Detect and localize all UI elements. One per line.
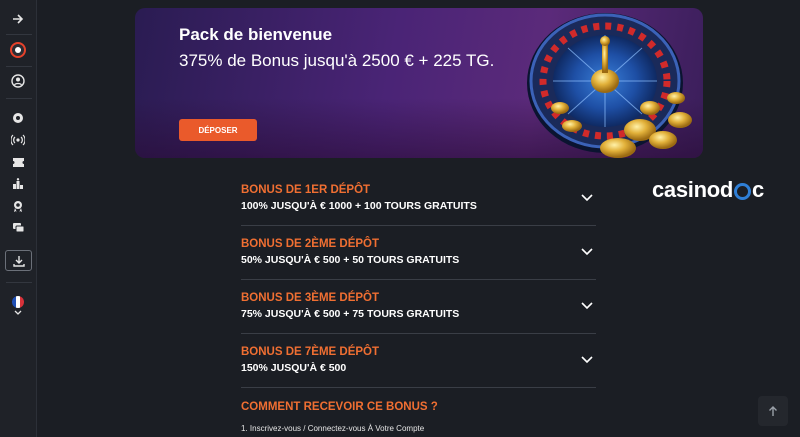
banner-title: Pack de bienvenue (179, 25, 333, 44)
chevron-down-icon[interactable] (580, 192, 594, 202)
how-to-step-1: 1. Inscrivez-vous / Connectez-vous À Vot… (241, 424, 425, 433)
bonus-item-1[interactable]: BONUS DE 1ER DÉPÔT 100% JUSQU'À € 1000 +… (241, 172, 596, 226)
live-nav-button[interactable] (0, 129, 36, 151)
sidebar (0, 0, 37, 437)
bonus-accordion: BONUS DE 1ER DÉPÔT 100% JUSQU'À € 1000 +… (241, 172, 596, 388)
expand-sidebar-button[interactable] (0, 8, 36, 30)
tournaments-nav-button[interactable] (0, 173, 36, 195)
bonus-item-2[interactable]: BONUS DE 2ÈME DÉPÔT 50% JUSQU'À € 500 + … (241, 226, 596, 280)
scroll-to-top-button[interactable] (758, 396, 788, 426)
award-icon (14, 200, 22, 212)
chip-o-icon (734, 182, 752, 200)
roulette-wheel-image (527, 13, 692, 158)
casinodoc-logo: casinod c (652, 177, 764, 202)
casino-nav-button[interactable] (0, 107, 36, 129)
welcome-pack-banner: Pack de bienvenue 375% de Bonus jusqu'à … (135, 8, 703, 158)
chat-icon (12, 223, 24, 233)
vip-nav-button[interactable] (0, 195, 36, 217)
bonus-description: 75% JUSQU'À € 500 + 75 TOURS GRATUITS (241, 308, 460, 320)
promotions-nav-button[interactable] (0, 151, 36, 173)
language-dropdown-toggle[interactable] (0, 306, 36, 320)
arrow-up-icon (769, 406, 777, 416)
download-icon (12, 255, 25, 267)
bonus-title: BONUS DE 2ÈME DÉPÔT (241, 238, 380, 250)
download-app-button[interactable] (5, 250, 32, 271)
bonus-description: 150% JUSQU'À € 500 (241, 362, 347, 374)
account-button[interactable] (0, 70, 36, 92)
bonus-description: 50% JUSQU'À € 500 + 50 TOURS GRATUITS (241, 254, 460, 266)
deposit-button[interactable]: DÉPOSER (179, 119, 257, 141)
how-to-heading: COMMENT RECEVOIR CE BONUS ? (241, 401, 438, 413)
arrow-right-icon (13, 14, 24, 24)
bonus-title: BONUS DE 3ÈME DÉPÔT (241, 292, 380, 304)
user-icon (11, 74, 25, 88)
chat-nav-button[interactable] (0, 217, 36, 239)
casino-logo-button[interactable] (0, 39, 36, 61)
chevron-down-icon[interactable] (580, 354, 594, 364)
banner-subtitle: 375% de Bonus jusqu'à 2500 € + 225 TG. (179, 51, 495, 70)
leaderboard-icon (13, 178, 23, 189)
bonus-description: 100% JUSQU'À € 1000 + 100 TOURS GRATUITS (241, 200, 477, 212)
chevron-down-icon (14, 310, 22, 315)
chevron-down-icon[interactable] (580, 246, 594, 256)
bonus-item-4[interactable]: BONUS DE 7ÈME DÉPÔT 150% JUSQU'À € 500 (241, 334, 596, 388)
live-broadcast-icon (11, 134, 25, 146)
bonus-item-3[interactable]: BONUS DE 3ÈME DÉPÔT 75% JUSQU'À € 500 + … (241, 280, 596, 334)
casino-chip-icon (13, 113, 23, 123)
ticket-icon (12, 157, 24, 167)
bonus-title: BONUS DE 1ER DÉPÔT (241, 184, 371, 196)
chevron-down-icon[interactable] (580, 300, 594, 310)
bonus-title: BONUS DE 7ÈME DÉPÔT (241, 346, 380, 358)
casino-logo-icon (10, 42, 26, 58)
